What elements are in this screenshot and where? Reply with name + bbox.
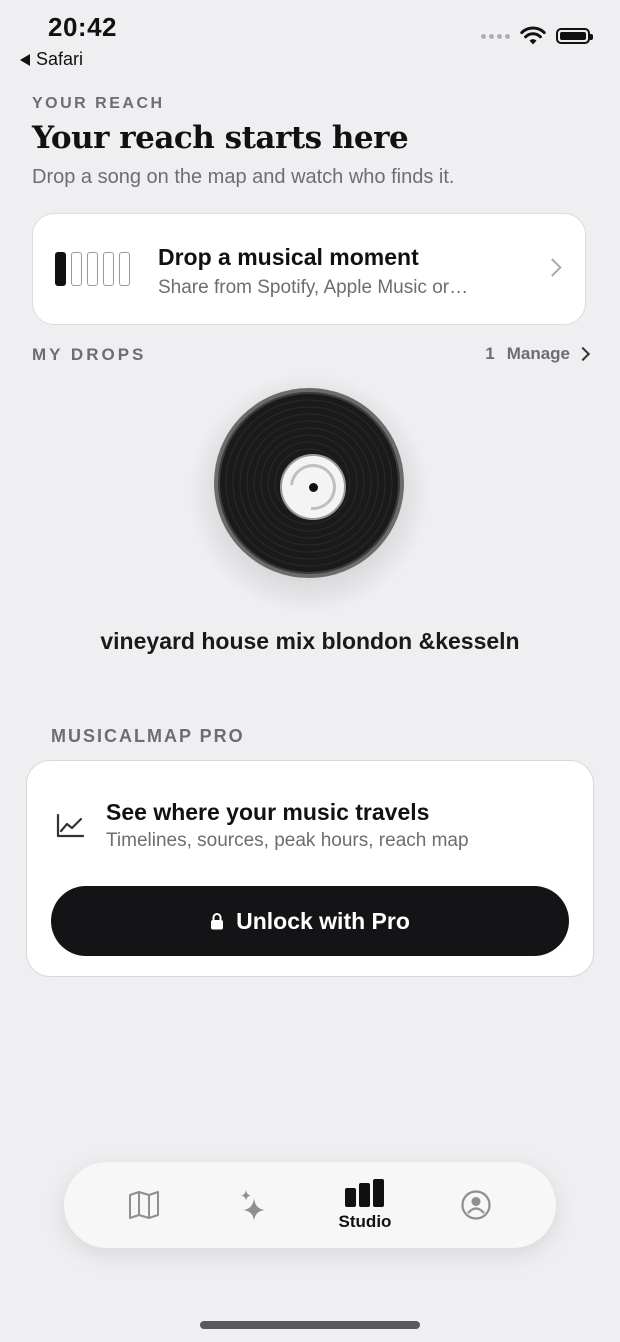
drops-progress-icon bbox=[55, 252, 130, 286]
page-subtitle: Drop a song on the map and watch who fin… bbox=[32, 166, 455, 188]
unlock-pro-button[interactable]: Unlock with Pro bbox=[51, 886, 569, 956]
battery-icon bbox=[556, 28, 593, 44]
status-time: 20:42 bbox=[48, 12, 117, 42]
vinyl-record[interactable] bbox=[184, 368, 434, 618]
studio-screen: 20:42 Safari YOUR REACH Your reach start… bbox=[0, 0, 620, 1342]
unlock-label: Unlock with Pro bbox=[236, 907, 410, 934]
back-arrow-icon bbox=[20, 53, 30, 66]
studio-bars-icon bbox=[345, 1179, 384, 1207]
pro-card: See where your music travels Timelines, … bbox=[26, 760, 594, 977]
track-name[interactable]: vineyard house mix blondon &kesseln bbox=[0, 628, 620, 655]
wifi-icon bbox=[520, 26, 546, 45]
tab-studio-label: Studio bbox=[338, 1212, 392, 1231]
drop-moment-card[interactable]: Drop a musical moment Share from Spotify… bbox=[32, 213, 586, 325]
pro-subtitle: Timelines, sources, peak hours, reach ma… bbox=[106, 830, 469, 851]
drop-card-subtitle: Share from Spotify, Apple Music or… bbox=[158, 277, 469, 298]
pro-title: See where your music travels bbox=[106, 799, 430, 825]
pro-section-label: MUSICALMAP PRO bbox=[51, 726, 245, 746]
section-eyebrow: YOUR REACH bbox=[32, 95, 165, 112]
manage-label: Manage bbox=[506, 344, 570, 363]
map-icon bbox=[129, 1191, 159, 1219]
record-label bbox=[280, 454, 346, 520]
tab-discover[interactable] bbox=[219, 1162, 289, 1248]
lock-icon bbox=[211, 913, 224, 930]
tab-studio[interactable]: Studio bbox=[327, 1162, 403, 1248]
chevron-right-icon bbox=[575, 346, 591, 362]
page-title: Your reach starts here bbox=[32, 120, 409, 156]
home-indicator bbox=[200, 1321, 420, 1329]
my-drops-label: MY DROPS bbox=[32, 345, 147, 364]
chevron-right-icon bbox=[543, 258, 562, 277]
drops-count: 1 bbox=[485, 344, 495, 363]
back-to-safari[interactable]: Safari bbox=[20, 49, 83, 70]
cellular-signal-icon bbox=[481, 33, 510, 39]
drop-card-title: Drop a musical moment bbox=[158, 244, 419, 270]
tab-profile[interactable] bbox=[441, 1162, 511, 1248]
back-app-label: Safari bbox=[36, 49, 84, 69]
tab-map[interactable] bbox=[109, 1162, 179, 1248]
trend-chart-icon bbox=[56, 813, 85, 838]
tab-bar: Studio bbox=[64, 1162, 556, 1248]
status-indicators bbox=[481, 26, 593, 46]
sparkle-icon bbox=[241, 1190, 265, 1221]
manage-drops-button[interactable]: 1 Manage bbox=[485, 344, 591, 364]
profile-icon bbox=[461, 1190, 491, 1220]
vinyl-record-icon bbox=[214, 388, 404, 578]
